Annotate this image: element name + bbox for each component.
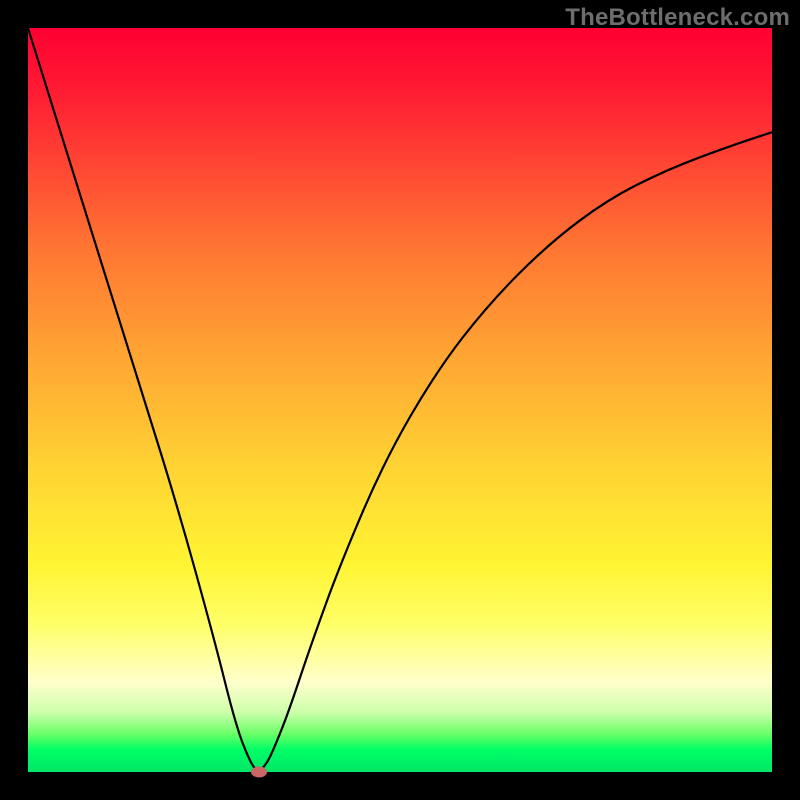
- chart-frame: TheBottleneck.com: [0, 0, 800, 800]
- plot-area: [28, 28, 772, 772]
- bottleneck-curve: [28, 28, 772, 772]
- watermark-text: TheBottleneck.com: [565, 4, 790, 32]
- minimum-marker: [251, 767, 267, 778]
